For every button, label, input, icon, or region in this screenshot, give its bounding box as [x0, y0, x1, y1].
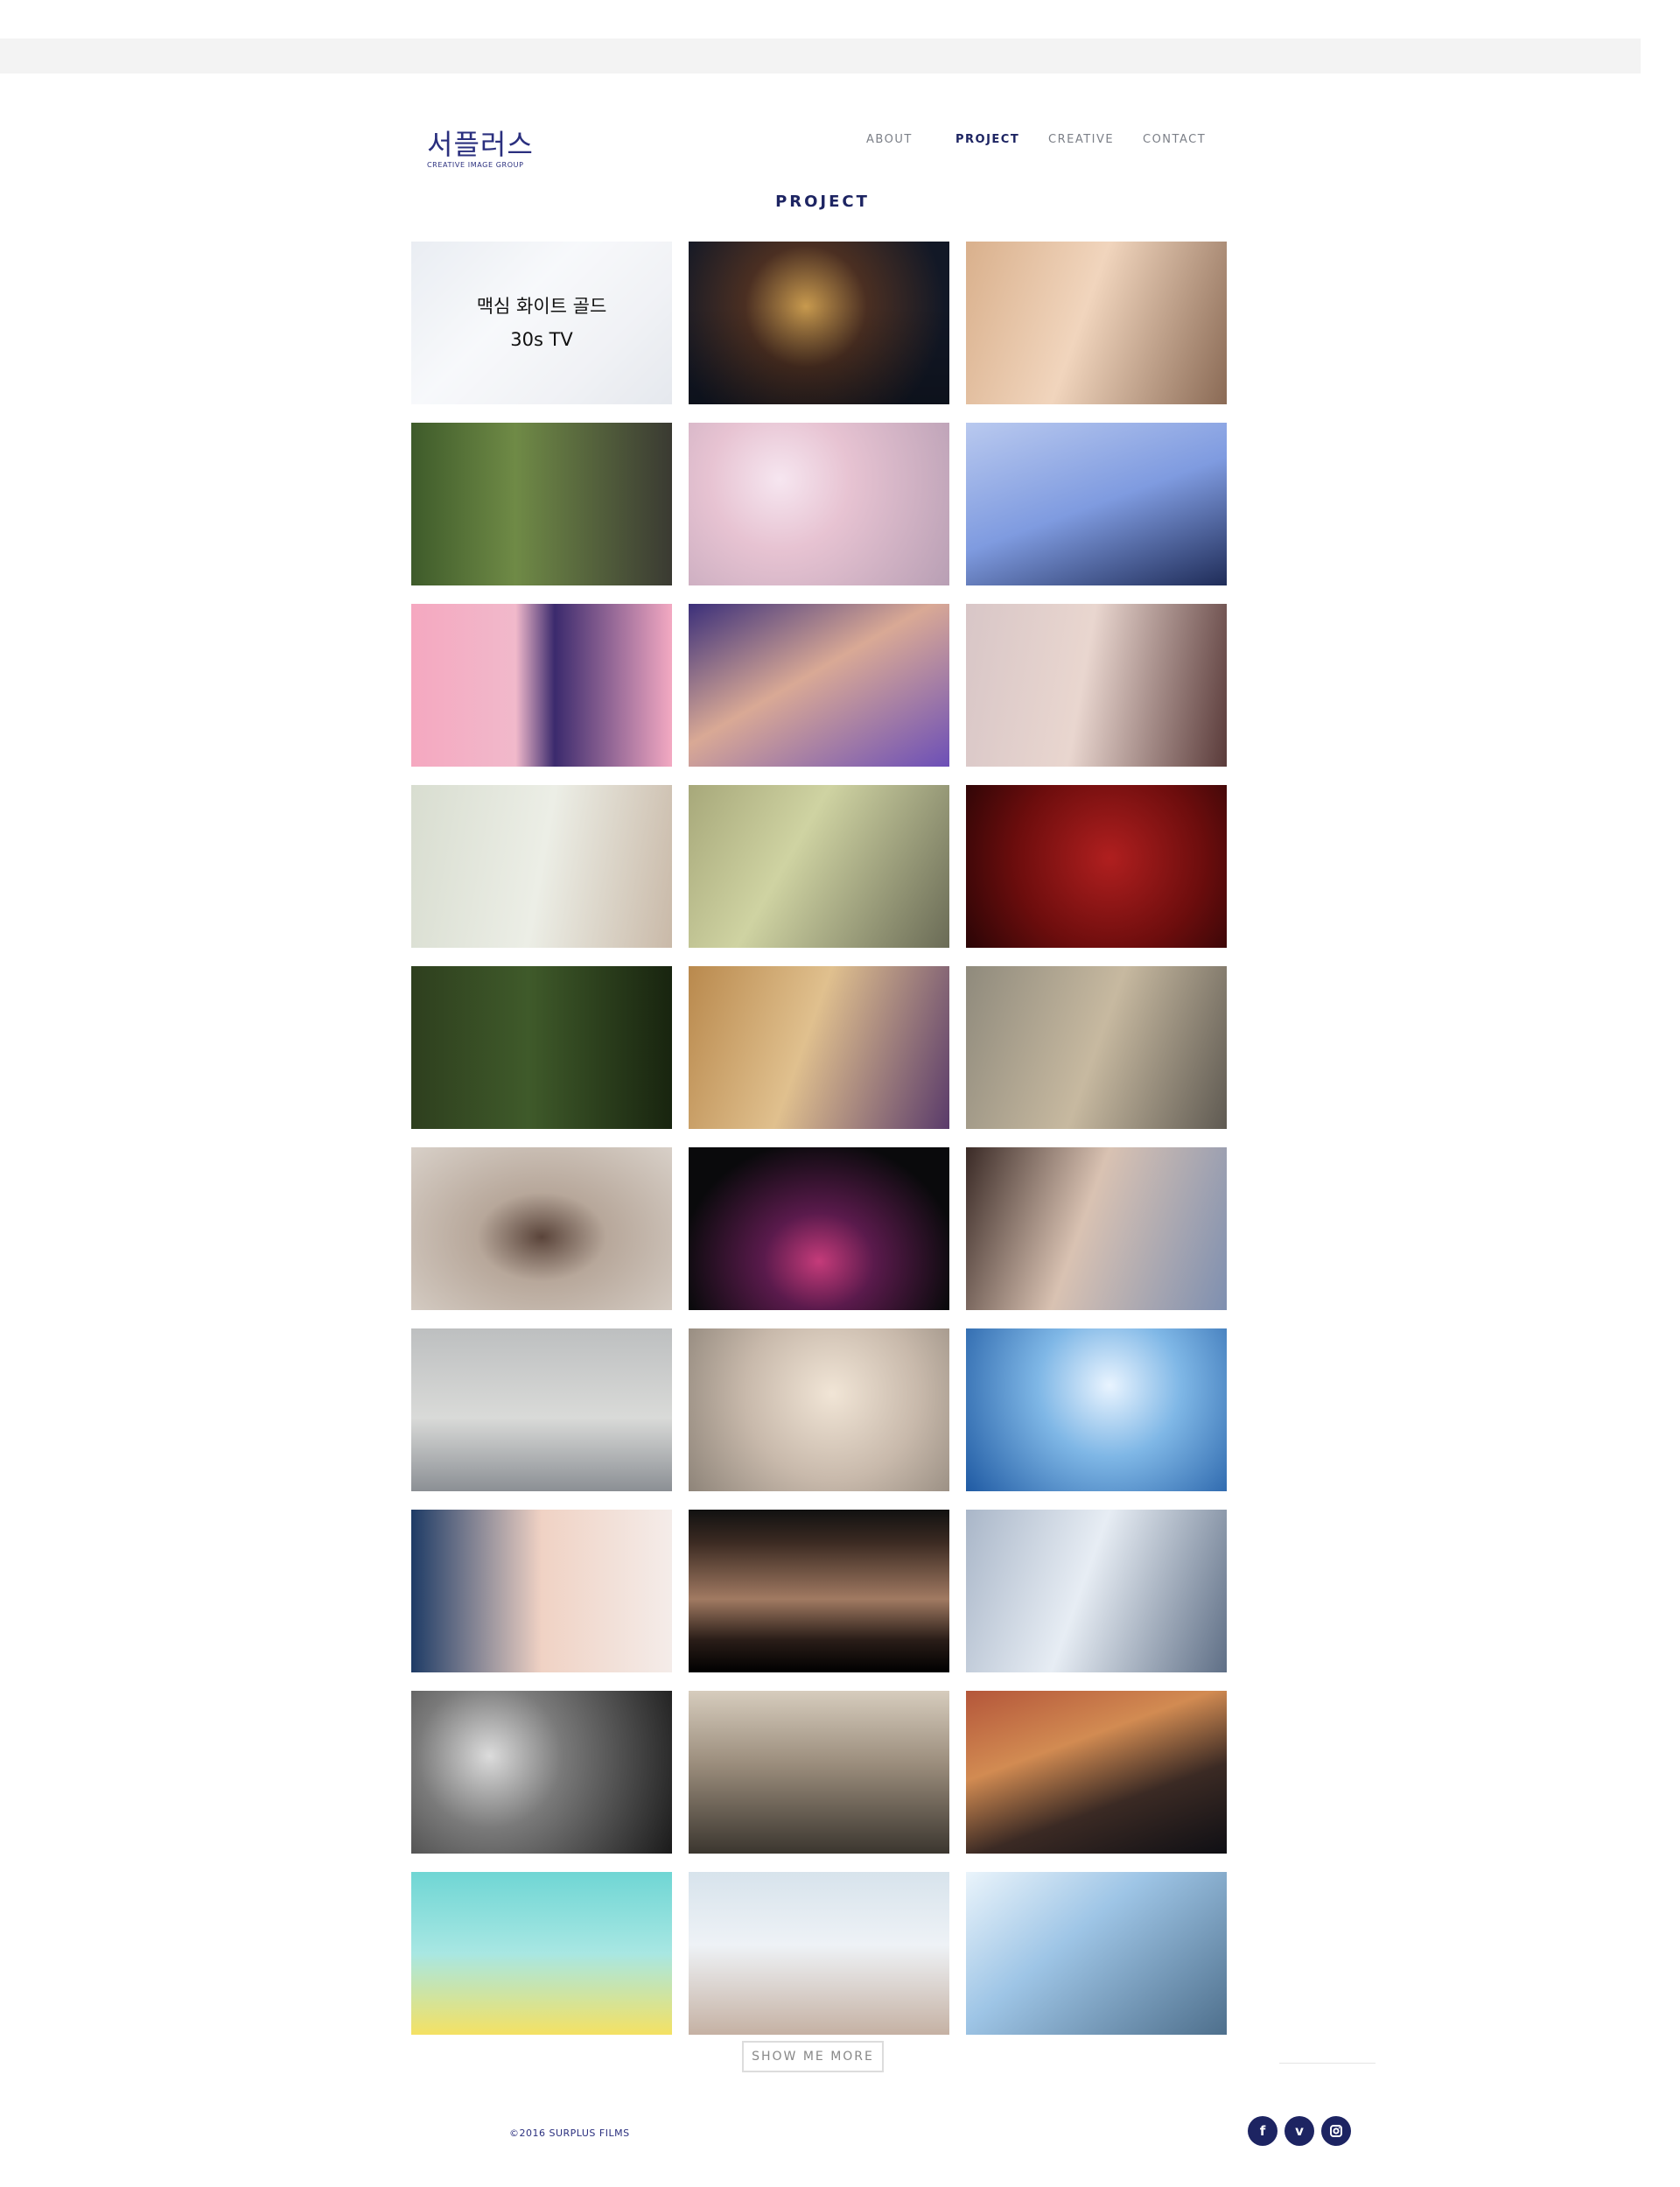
project-tile[interactable] [411, 966, 672, 1129]
project-tile[interactable] [966, 1872, 1227, 2035]
nav-contact[interactable]: CONTACT [1143, 133, 1206, 146]
project-tile[interactable]: 맥심 화이트 골드 30s TV [411, 242, 672, 404]
copyright-text: ©2016 SURPLUS FILMS [509, 2127, 630, 2139]
project-tile[interactable] [411, 1691, 672, 1854]
project-tile[interactable] [411, 1147, 672, 1310]
instagram-glyph [1330, 2125, 1342, 2137]
instagram-icon[interactable] [1321, 2116, 1351, 2146]
project-tile[interactable] [689, 423, 949, 585]
project-tile[interactable] [411, 1872, 672, 2035]
project-tile[interactable] [966, 785, 1227, 948]
project-tile[interactable] [966, 1691, 1227, 1854]
logo-korean: 서플러스 [427, 128, 534, 161]
project-grid: 맥심 화이트 골드 30s TV [411, 242, 1230, 2035]
show-more-button[interactable]: SHOW ME MORE [742, 2041, 884, 2072]
project-tile[interactable] [689, 1328, 949, 1491]
project-tile[interactable] [966, 423, 1227, 585]
logo-tagline: CREATIVE IMAGE GROUP [427, 161, 524, 169]
nav-creative[interactable]: CREATIVE [1048, 133, 1114, 146]
tile-shade [689, 306, 949, 404]
project-tile-subtitle: 30s TV [510, 329, 573, 350]
project-tile-overlay: 맥심 화이트 골드 30s TV [411, 242, 672, 404]
vimeo-icon[interactable]: v [1284, 2116, 1314, 2146]
footer-divider [1279, 2063, 1376, 2064]
project-tile[interactable] [411, 1510, 672, 1672]
project-tile[interactable] [689, 1510, 949, 1672]
project-tile[interactable] [966, 604, 1227, 767]
facebook-icon[interactable]: f [1248, 2116, 1278, 2146]
nav-project[interactable]: PROJECT [956, 133, 1019, 146]
project-tile-title: 맥심 화이트 골드 [476, 296, 607, 317]
project-tile[interactable] [411, 423, 672, 585]
project-tile[interactable] [966, 966, 1227, 1129]
project-tile[interactable] [689, 604, 949, 767]
project-tile[interactable] [411, 604, 672, 767]
project-tile[interactable] [411, 1328, 672, 1491]
nav-about[interactable]: ABOUT [866, 133, 913, 146]
page-title: PROJECT [775, 193, 870, 211]
top-bar [0, 39, 1641, 74]
project-tile[interactable] [689, 785, 949, 948]
project-tile[interactable] [689, 1691, 949, 1854]
project-tile[interactable] [966, 1328, 1227, 1491]
project-tile[interactable] [689, 966, 949, 1129]
project-tile[interactable] [689, 1147, 949, 1310]
project-tile[interactable] [966, 1510, 1227, 1672]
logo[interactable]: 서플러스 CREATIVE IMAGE GROUP [427, 127, 534, 169]
project-tile[interactable] [689, 1872, 949, 2035]
project-tile[interactable] [966, 1147, 1227, 1310]
project-tile[interactable] [411, 785, 672, 948]
project-tile[interactable] [689, 242, 949, 404]
project-tile[interactable] [966, 242, 1227, 404]
